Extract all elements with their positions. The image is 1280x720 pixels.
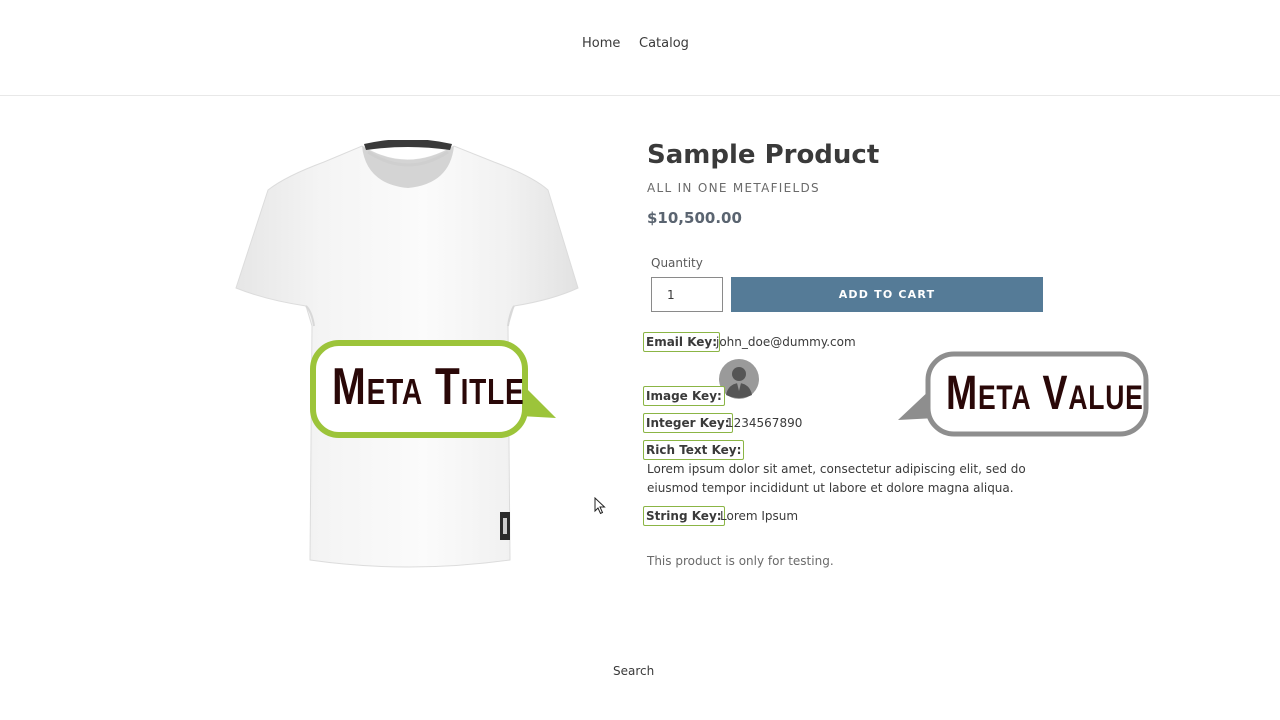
email-value: john_doe@dummy.com [716, 335, 856, 349]
rich-text-key-label: Rich Text Key: [643, 440, 745, 460]
meta-title-bubble: Meta Title [308, 338, 560, 442]
nav-catalog-link[interactable]: Catalog [639, 36, 689, 51]
email-key-label: Email Key: [643, 332, 721, 352]
product-title: Sample Product [647, 140, 880, 170]
integer-value: 1234567890 [726, 416, 803, 430]
cursor-icon [594, 497, 606, 515]
nav-home-link[interactable]: Home [582, 36, 620, 51]
string-key-label: String Key: [643, 506, 725, 526]
meta-value-text: Meta Value [946, 367, 1144, 420]
product-vendor: ALL IN ONE METAFIELDS [647, 181, 820, 195]
product-price: $10,500.00 [647, 209, 742, 227]
string-value: Lorem Ipsum [720, 509, 799, 523]
meta-value-bubble: Meta Value [894, 350, 1152, 442]
site-header: Home Catalog [0, 0, 1280, 96]
quantity-label: Quantity [651, 256, 703, 270]
add-to-cart-button[interactable]: ADD TO CART [731, 277, 1043, 312]
quantity-input[interactable] [651, 277, 723, 312]
rich-text-value: Lorem ipsum dolor sit amet, consectetur … [647, 462, 1026, 495]
footer-search-link[interactable]: Search [613, 664, 654, 678]
avatar-icon [719, 359, 759, 399]
image-key-label: Image Key: [643, 386, 725, 406]
product-description: This product is only for testing. [647, 554, 834, 568]
integer-key-label: Integer Key: [643, 413, 733, 433]
meta-title-text: Meta Title [332, 358, 525, 416]
